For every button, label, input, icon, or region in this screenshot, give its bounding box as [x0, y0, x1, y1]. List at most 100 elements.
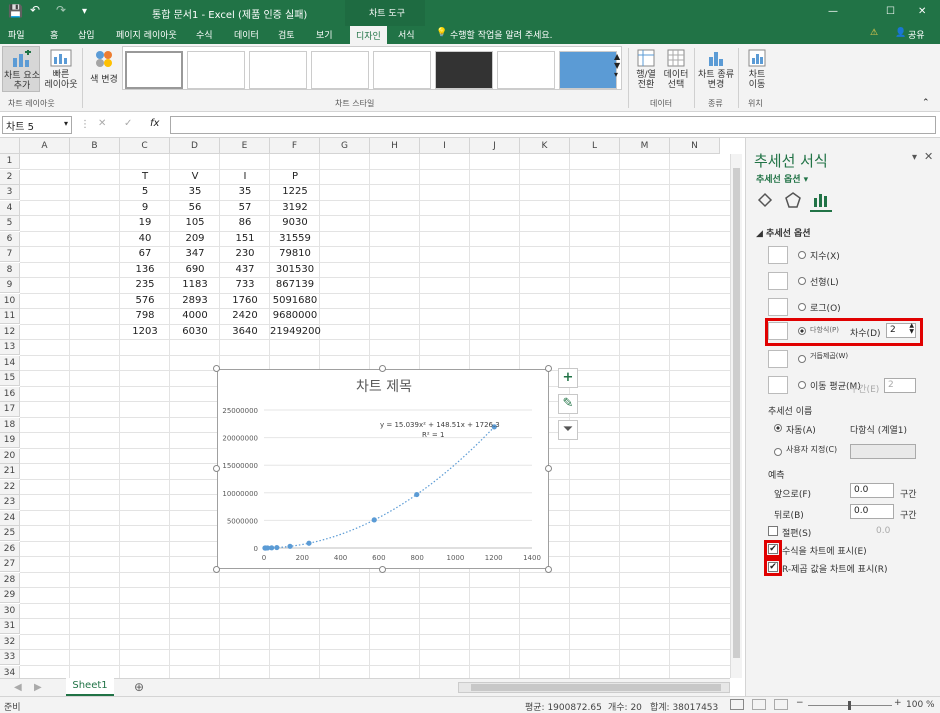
row-header-19[interactable]: 19 — [0, 433, 20, 448]
table-cell[interactable]: 209 — [170, 233, 220, 244]
pane-close-icon[interactable]: ✕ — [924, 150, 933, 163]
table-cell[interactable]: I — [220, 171, 270, 182]
table-cell[interactable]: 56 — [170, 202, 220, 213]
resize-handle[interactable] — [213, 465, 220, 472]
tab-home[interactable]: 홈 — [50, 28, 58, 41]
table-cell[interactable]: 437 — [220, 264, 270, 275]
table-cell[interactable]: 35 — [170, 186, 220, 197]
trendline-options-icon[interactable] — [812, 192, 830, 208]
row-header-17[interactable]: 17 — [0, 402, 20, 417]
table-cell[interactable]: 2893 — [170, 295, 220, 306]
close-button[interactable]: ✕ — [918, 6, 926, 17]
zoom-out-icon[interactable]: − — [796, 698, 804, 708]
row-header-3[interactable]: 3 — [0, 185, 20, 200]
row-header-11[interactable]: 11 — [0, 309, 20, 324]
table-cell[interactable]: 9 — [120, 202, 170, 213]
radio-log[interactable] — [798, 303, 806, 311]
chart-style-1[interactable] — [125, 51, 183, 89]
row-header-13[interactable]: 13 — [0, 340, 20, 355]
tab-file[interactable]: 파일 — [8, 28, 25, 41]
chart-style-4[interactable] — [311, 51, 369, 89]
row-header-16[interactable]: 16 — [0, 386, 20, 402]
row-header-14[interactable]: 14 — [0, 355, 20, 371]
effects-icon[interactable] — [784, 192, 802, 208]
move-chart-button[interactable]: 차트 이동 — [742, 46, 772, 92]
row-header-29[interactable]: 29 — [0, 588, 20, 603]
table-cell[interactable]: 3640 — [220, 326, 270, 337]
name-box-dropdown-icon[interactable]: ▾ — [64, 119, 68, 128]
normal-view-icon[interactable] — [730, 699, 744, 710]
zoom-level[interactable]: 100 % — [906, 700, 935, 710]
row-header-4[interactable]: 4 — [0, 200, 20, 216]
table-cell[interactable]: 235 — [120, 279, 170, 290]
radio-linear[interactable] — [798, 277, 806, 285]
table-cell[interactable]: 9680000 — [270, 310, 320, 321]
switch-row-column-button[interactable]: 행/열 전환 — [632, 46, 660, 92]
row-header-9[interactable]: 9 — [0, 278, 20, 293]
resize-handle[interactable] — [379, 566, 386, 573]
minimize-button[interactable]: — — [828, 6, 838, 17]
tab-view[interactable]: 보기 — [316, 28, 333, 41]
chart-plot-area[interactable]: 0 5000000 10000000 15000000 20000000 25000000… — [218, 370, 550, 570]
table-cell[interactable]: 4000 — [170, 310, 220, 321]
table-cell[interactable]: 1203 — [120, 326, 170, 337]
row-header-5[interactable]: 5 — [0, 216, 20, 231]
sheet-tab-sheet1[interactable]: Sheet1 — [66, 678, 114, 696]
page-break-view-icon[interactable] — [774, 699, 788, 710]
chart-style-3[interactable] — [249, 51, 307, 89]
table-cell[interactable]: T — [120, 171, 170, 182]
column-header-g[interactable]: G — [320, 138, 370, 154]
row-header-15[interactable]: 15 — [0, 371, 20, 386]
table-cell[interactable]: 347 — [170, 248, 220, 259]
column-header-d[interactable]: D — [170, 138, 220, 154]
chart-style-6[interactable] — [435, 51, 493, 89]
resize-handle[interactable] — [545, 566, 552, 573]
chart-object[interactable]: 차트 제목 0 5000000 10000000 15000000 20000000 25… — [217, 369, 549, 569]
chart-styles-brush-icon[interactable]: ✎ — [558, 394, 578, 414]
tab-format[interactable]: 서식 — [398, 28, 415, 41]
horizontal-scrollbar[interactable] — [458, 682, 730, 693]
customize-qat-icon[interactable]: ▾ — [82, 6, 87, 17]
table-cell[interactable]: V — [170, 171, 220, 182]
select-all-corner[interactable] — [0, 138, 20, 154]
redo-icon[interactable]: ↷ — [56, 3, 66, 17]
row-header-10[interactable]: 10 — [0, 293, 20, 309]
cancel-icon[interactable]: ✕ — [98, 118, 106, 129]
row-header-12[interactable]: 12 — [0, 324, 20, 340]
table-cell[interactable]: 301530 — [270, 264, 320, 275]
row-header-25[interactable]: 25 — [0, 526, 20, 541]
column-header-b[interactable]: B — [70, 138, 120, 154]
column-header-j[interactable]: J — [470, 138, 520, 154]
resize-handle[interactable] — [545, 365, 552, 372]
forward-input[interactable]: 0.0 — [850, 483, 894, 498]
table-cell[interactable]: 798 — [120, 310, 170, 321]
radio-auto-name[interactable] — [774, 424, 782, 432]
chart-style-7[interactable] — [497, 51, 555, 89]
row-header-2[interactable]: 2 — [0, 169, 20, 185]
column-header-i[interactable]: I — [420, 138, 470, 154]
vertical-scroll-thumb[interactable] — [733, 168, 740, 658]
row-header-21[interactable]: 21 — [0, 464, 20, 479]
tab-page-layout[interactable]: 페이지 레이아웃 — [116, 28, 177, 41]
intercept-checkbox[interactable] — [768, 526, 778, 536]
row-header-31[interactable]: 31 — [0, 619, 20, 634]
chart-style-5[interactable] — [373, 51, 431, 89]
table-cell[interactable]: 733 — [220, 279, 270, 290]
chart-style-8[interactable] — [559, 51, 617, 89]
chart-elements-button[interactable]: + — [558, 368, 578, 388]
row-header-20[interactable]: 20 — [0, 448, 20, 464]
chart-filters-icon[interactable]: ⏷ — [558, 420, 578, 440]
page-layout-view-icon[interactable] — [752, 699, 766, 710]
row-header-1[interactable]: 1 — [0, 154, 20, 169]
radio-exponential[interactable] — [798, 251, 806, 259]
table-cell[interactable]: 230 — [220, 248, 270, 259]
name-box[interactable]: 차트 5 ▾ — [2, 116, 72, 134]
row-header-6[interactable]: 6 — [0, 231, 20, 247]
quick-layout-button[interactable]: 빠른 레이아웃 — [42, 46, 80, 92]
column-header-k[interactable]: K — [520, 138, 570, 154]
share-button[interactable]: 공유 — [908, 28, 925, 41]
horizontal-scroll-thumb[interactable] — [471, 684, 721, 691]
zoom-slider-thumb[interactable] — [848, 701, 851, 710]
resize-handle[interactable] — [213, 365, 220, 372]
tab-data[interactable]: 데이터 — [234, 28, 259, 41]
